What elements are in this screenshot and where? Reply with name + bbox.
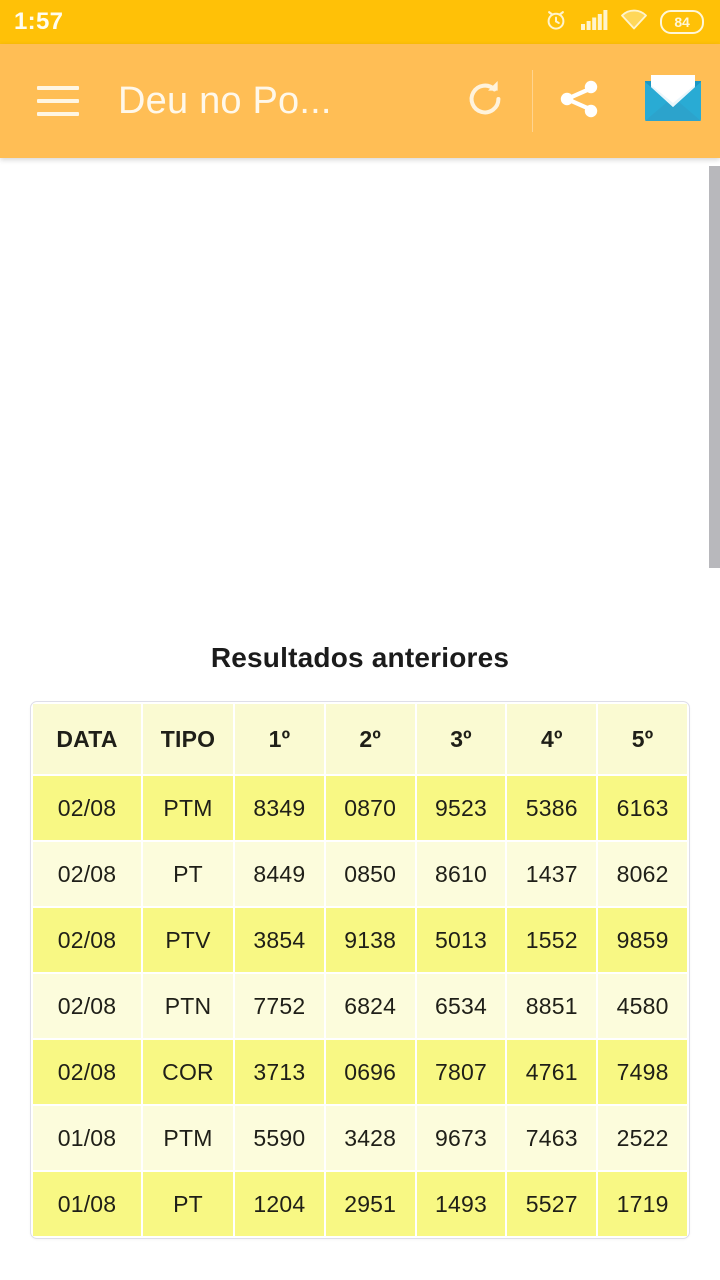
hamburger-menu-icon[interactable] [24,67,92,135]
cell-2: 3428 [325,1106,415,1170]
cell-3: 6534 [416,974,506,1038]
cell-data: 02/08 [33,1040,141,1104]
cell-3: 5013 [416,908,506,972]
cell-3: 9523 [416,776,506,840]
column-header-1: 1º [235,704,324,774]
envelope-icon [641,71,705,132]
cell-2: 6824 [325,974,415,1038]
cell-4: 8851 [507,974,597,1038]
cell-tipo: PTN [143,974,233,1038]
cell-5: 9859 [598,908,687,972]
status-bar: 1:57 84 [0,0,720,44]
cell-2: 9138 [325,908,415,972]
cell-data: 02/08 [33,776,141,840]
battery-level-label: 84 [674,14,690,30]
cell-1: 5590 [235,1106,324,1170]
cell-3: 8610 [416,842,506,906]
results-section-title: Resultados anteriores [210,642,510,673]
cell-data: 01/08 [33,1106,141,1170]
column-header-2: 2º [325,704,415,774]
cell-1: 8349 [235,776,324,840]
table-header: DATA TIPO 1º 2º 3º 4º 5º [33,704,687,774]
cell-1: 7752 [235,974,324,1038]
cell-4: 5386 [507,776,597,840]
app-toolbar: Deu no Po... [0,44,720,158]
table-row[interactable]: 01/08 PT 1204 2951 1493 5527 1719 [33,1172,687,1236]
cell-4: 5527 [507,1172,597,1236]
cell-4: 4761 [507,1040,597,1104]
cell-2: 0696 [325,1040,415,1104]
cell-3: 9673 [416,1106,506,1170]
cell-5: 7498 [598,1040,687,1104]
cell-data: 02/08 [33,908,141,972]
cell-tipo: PTV [143,908,233,972]
cell-data: 02/08 [33,842,141,906]
cell-3: 7807 [416,1040,506,1104]
table-row[interactable]: 02/08 PT 8449 0850 8610 1437 8062 [33,842,687,906]
table-row[interactable]: 01/08 PTM 5590 3428 9673 7463 2522 [33,1106,687,1170]
cell-2: 2951 [325,1172,415,1236]
cell-5: 8062 [598,842,687,906]
cell-tipo: PT [143,1172,233,1236]
results-table: DATA TIPO 1º 2º 3º 4º 5º 02/08 PTM 8349 087… [31,702,689,1238]
column-header-5: 5º [598,704,687,774]
share-button[interactable] [532,44,626,158]
cell-5: 1719 [598,1172,687,1236]
refresh-icon [462,76,508,127]
refresh-button[interactable] [438,44,532,158]
cell-5: 4580 [598,974,687,1038]
signal-icon [580,9,608,36]
table-row[interactable]: 02/08 PTM 8349 0870 9523 5386 6163 [33,776,687,840]
cell-1: 3713 [235,1040,324,1104]
cell-1: 1204 [235,1172,324,1236]
cell-1: 8449 [235,842,324,906]
cell-4: 7463 [507,1106,597,1170]
column-header-data: DATA [33,704,141,774]
cell-1: 3854 [235,908,324,972]
cell-data: 01/08 [33,1172,141,1236]
table-row[interactable]: 02/08 COR 3713 0696 7807 4761 7498 [33,1040,687,1104]
content-area: Resultados anteriores DATA TIPO 1º 2º 3º… [0,158,720,1280]
wifi-icon [620,9,648,36]
table-row[interactable]: 02/08 PTN 7752 6824 6534 8851 4580 [33,974,687,1038]
cell-tipo: PTM [143,776,233,840]
share-icon [555,75,603,128]
toolbar-actions [438,44,720,158]
results-table-card: DATA TIPO 1º 2º 3º 4º 5º 02/08 PTM 8349 087… [30,701,690,1239]
cell-2: 0850 [325,842,415,906]
cell-4: 1437 [507,842,597,906]
status-bar-icons: 84 [544,8,704,37]
table-header-row: DATA TIPO 1º 2º 3º 4º 5º [33,704,687,774]
table-body: 02/08 PTM 8349 0870 9523 5386 6163 02/08 PT 8449 0… [33,776,687,1236]
alarm-icon [544,8,568,37]
cell-3: 1493 [416,1172,506,1236]
table-row[interactable]: 02/08 PTV 3854 9138 5013 1552 9859 [33,908,687,972]
app-screen: 1:57 84 Deu no Po... Resultados anterior… [0,0,720,1280]
ad-placeholder-region [0,158,720,610]
battery-icon: 84 [660,10,704,34]
cell-5: 6163 [598,776,687,840]
vertical-scrollbar[interactable] [709,166,720,568]
cell-5: 2522 [598,1106,687,1170]
cell-tipo: COR [143,1040,233,1104]
cell-4: 1552 [507,908,597,972]
mail-button[interactable] [626,44,720,158]
column-header-4: 4º [507,704,597,774]
column-header-tipo: TIPO [143,704,233,774]
column-header-3: 3º [416,704,506,774]
cell-2: 0870 [325,776,415,840]
cell-tipo: PT [143,842,233,906]
status-bar-clock: 1:57 [14,8,64,35]
page-title: Deu no Po... [118,79,332,122]
cell-data: 02/08 [33,974,141,1038]
cell-tipo: PTM [143,1106,233,1170]
